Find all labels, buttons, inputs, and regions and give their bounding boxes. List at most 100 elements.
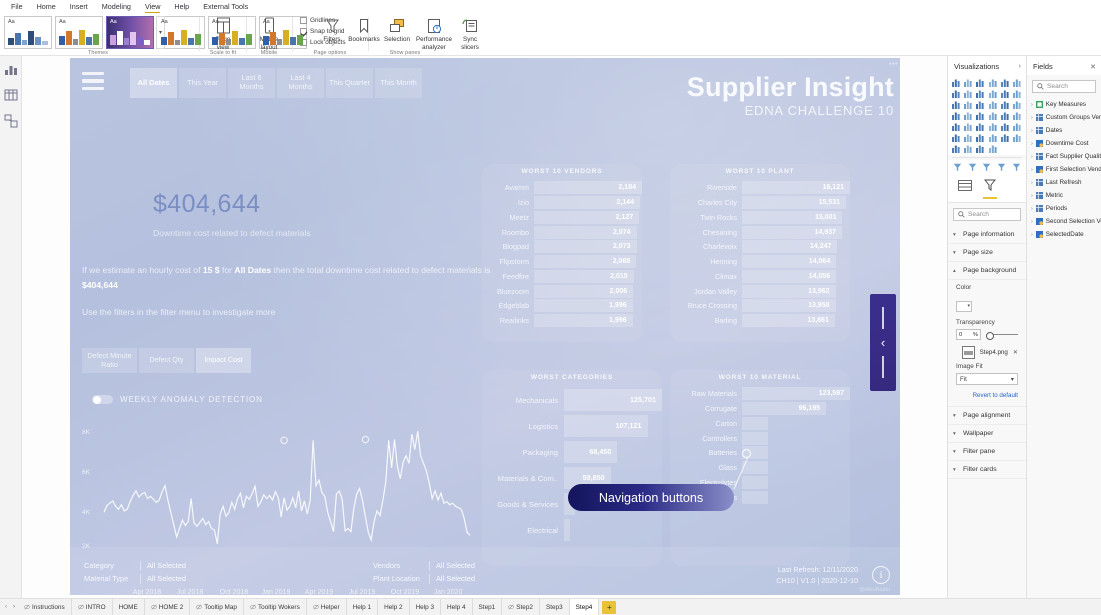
field-item[interactable]: › Key Measures xyxy=(1027,98,1101,111)
ribbon-tab-home[interactable]: Home xyxy=(30,0,63,14)
bar-row[interactable]: Corrugate 96,195 xyxy=(670,401,850,415)
image-fit-select[interactable]: Fit ▾ xyxy=(956,373,1018,385)
bar-row[interactable]: Carton xyxy=(670,416,850,430)
performance-analyzer-button[interactable]: Performance analyzer xyxy=(414,16,454,52)
bar-row[interactable]: Raw Materials 123,597 xyxy=(670,387,850,401)
bar-row[interactable]: Climax 14,056 xyxy=(670,269,850,283)
data-view-icon[interactable] xyxy=(4,88,18,102)
section-page-background[interactable]: ▴ Page background xyxy=(948,262,1026,280)
page-tab[interactable]: Instructions xyxy=(18,599,72,615)
bar-row[interactable]: Charlevoix 14,247 xyxy=(670,240,850,254)
field-item[interactable]: › Downtime Cost xyxy=(1027,137,1101,150)
date-button-all-dates[interactable]: All Dates xyxy=(130,68,177,98)
field-item[interactable]: › Second Selection Vendor xyxy=(1027,215,1101,228)
bar-row[interactable]: Mechanicals 125,701 xyxy=(482,389,662,411)
line-clustered-column-icon[interactable] xyxy=(1000,88,1011,98)
chevron-right-icon[interactable]: › xyxy=(1031,232,1033,238)
area-chart-icon[interactable] xyxy=(963,88,974,98)
sync-slicers-button[interactable]: Sync slicers xyxy=(454,16,486,52)
python-visual-icon[interactable] xyxy=(951,132,962,142)
card-visual-icon[interactable] xyxy=(963,121,974,131)
field-item[interactable]: › Last Refresh xyxy=(1027,176,1101,189)
filters-pane-button[interactable]: Filters xyxy=(318,16,346,43)
date-button-this-month[interactable]: This Month xyxy=(375,68,422,98)
ribbon-tab-external-tools[interactable]: External Tools xyxy=(196,0,255,14)
bar-row[interactable]: Roombo 2,074 xyxy=(482,225,642,239)
info-icon[interactable]: i xyxy=(872,566,890,584)
field-item[interactable]: › Metric xyxy=(1027,189,1101,202)
key-influencers-icon[interactable] xyxy=(963,132,974,142)
remove-image-icon[interactable]: ✕ xyxy=(1013,349,1018,356)
matrix-visual-icon[interactable] xyxy=(951,121,962,131)
section-page-alignment[interactable]: ▾ Page alignment xyxy=(948,407,1026,425)
transparency-slider[interactable] xyxy=(986,329,1018,340)
100-stacked-bar-chart-icon[interactable] xyxy=(1000,77,1011,87)
field-item[interactable]: › Fact Supplier Quality xyxy=(1027,150,1101,163)
menu-hamburger-button[interactable] xyxy=(82,72,104,90)
bar-row[interactable]: Blogpad 2,073 xyxy=(482,240,642,254)
bar-row[interactable]: Riverside 16,121 xyxy=(670,181,850,195)
chevron-right-icon[interactable]: › xyxy=(1031,206,1033,212)
field-item[interactable]: › Dates xyxy=(1027,124,1101,137)
page-tab[interactable]: Tooltip Map xyxy=(190,599,244,615)
bar-row[interactable]: Packaging 68,450 xyxy=(482,441,662,463)
ribbon-chart-icon[interactable] xyxy=(1012,88,1023,98)
report-view-icon[interactable] xyxy=(4,62,18,76)
filters-well-icon[interactable] xyxy=(980,162,994,172)
ribbon-tab-view[interactable]: View xyxy=(138,0,167,14)
values-well-icon[interactable] xyxy=(951,162,965,172)
bar-row[interactable]: Batteries xyxy=(670,446,850,460)
chevron-right-icon[interactable]: › xyxy=(1031,128,1033,134)
bar-row[interactable]: Twin Rocks 15,001 xyxy=(670,210,850,224)
bar-row[interactable]: Barling 13,861 xyxy=(670,314,850,328)
more-visuals-icon[interactable] xyxy=(975,143,986,153)
bar-row[interactable]: Chesaning 14,937 xyxy=(670,225,850,239)
page-tabs-next-button[interactable]: › xyxy=(10,604,18,610)
chevron-right-icon[interactable]: › xyxy=(1031,219,1033,225)
stacked-column-chart-icon[interactable] xyxy=(963,77,974,87)
page-tab[interactable]: Step2 xyxy=(502,599,540,615)
theme-card-3-selected[interactable]: Aa xyxy=(106,16,154,49)
arcgis-map-icon[interactable] xyxy=(988,110,999,120)
anomaly-toggle-switch[interactable] xyxy=(92,395,113,404)
theme-card-1[interactable]: Aa xyxy=(4,16,52,49)
bookmarks-pane-button[interactable]: Bookmarks xyxy=(348,16,380,43)
field-item[interactable]: › First Selection Vendor xyxy=(1027,163,1101,176)
field-item[interactable]: › SelectedDate xyxy=(1027,228,1101,241)
visual-more-options-icon[interactable]: ••• xyxy=(889,61,898,68)
bar-row[interactable]: Edgeblab 1,996 xyxy=(482,299,642,313)
metric-button-defect-qty[interactable]: Defect Qty xyxy=(139,348,194,373)
clustered-bar-chart-icon[interactable] xyxy=(975,77,986,87)
r-script-visual-icon[interactable] xyxy=(1012,121,1023,131)
section-page-size[interactable]: ▾ Page size xyxy=(948,244,1026,262)
bar-row[interactable]: Feedfire 2,015 xyxy=(482,269,642,283)
date-button-this-year[interactable]: This Year xyxy=(179,68,226,98)
page-tab[interactable]: Helper xyxy=(306,599,347,615)
slicer-visual-icon[interactable] xyxy=(1000,121,1011,131)
theme-card-2[interactable]: Aa xyxy=(55,16,103,49)
page-tab[interactable]: HOME xyxy=(112,599,145,615)
100-stacked-column-chart-icon[interactable] xyxy=(1012,77,1023,87)
model-view-icon[interactable] xyxy=(4,114,18,128)
table-visual-icon[interactable] xyxy=(1012,110,1023,120)
kpi-visual-icon[interactable] xyxy=(988,121,999,131)
ellipsis-visuals-icon[interactable] xyxy=(988,143,999,153)
close-icon[interactable]: ✕ xyxy=(1090,63,1096,71)
clustered-column-chart-icon[interactable] xyxy=(988,77,999,87)
section-filter-pane[interactable]: ▾ Filter pane xyxy=(948,443,1026,461)
anomaly-marker[interactable] xyxy=(361,435,370,444)
page-tab[interactable]: Help 1 xyxy=(346,599,379,615)
scatter-chart-icon[interactable] xyxy=(975,99,986,109)
bar-row[interactable]: Logistics 107,121 xyxy=(482,415,662,437)
line-chart-icon[interactable] xyxy=(951,88,962,98)
chevron-right-icon[interactable]: › xyxy=(1031,167,1033,173)
chevron-left-icon[interactable]: ‹ xyxy=(881,336,885,349)
format-search-input[interactable]: Search xyxy=(953,208,1021,221)
fields-search-input[interactable]: Search xyxy=(1032,80,1096,93)
revert-to-default-link[interactable]: Revert to default xyxy=(956,392,1018,399)
format-well-icon[interactable] xyxy=(995,162,1009,172)
azure-map-icon[interactable] xyxy=(1000,110,1011,120)
page-tab[interactable]: Step3 xyxy=(539,599,570,615)
page-tab[interactable]: HOME 2 xyxy=(144,599,191,615)
transparency-input[interactable]: 0 % xyxy=(956,329,981,340)
